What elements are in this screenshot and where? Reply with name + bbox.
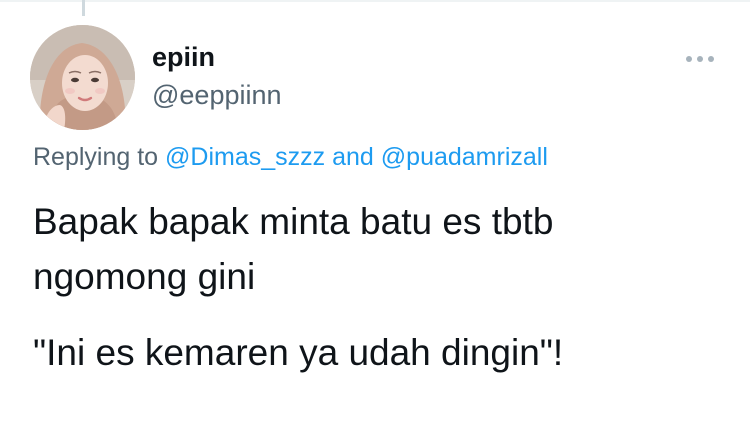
replying-conjunction: and — [332, 143, 374, 171]
avatar-photo — [30, 25, 135, 130]
display-name[interactable]: epiin — [152, 40, 282, 74]
mention-link-dimas[interactable]: @Dimas_szzz — [165, 143, 325, 171]
username-handle[interactable]: @eeppiinn — [152, 78, 282, 112]
top-divider — [0, 0, 750, 2]
more-horizontal-icon — [686, 56, 714, 62]
tweet-text-line: "Ini es kemaren ya udah dingin"! — [33, 332, 564, 373]
replying-to: Replying to @Dimas_szzz and @puadamrizal… — [33, 140, 548, 174]
avatar[interactable] — [30, 25, 135, 130]
more-options-button[interactable] — [678, 46, 722, 72]
tweet-text-line: ngomong gini — [33, 256, 256, 297]
tweet-text-line: Bapak bapak minta batu es tbtb — [33, 201, 554, 242]
user-info: epiin @eeppiinn — [152, 40, 282, 112]
thread-connector-line — [82, 0, 85, 16]
mention-link-puadamrizall[interactable]: @puadamrizall — [381, 143, 548, 171]
replying-to-label: Replying to — [33, 143, 159, 171]
tweet-text: Bapak bapak minta batu es tbtb ngomong g… — [33, 194, 733, 380]
